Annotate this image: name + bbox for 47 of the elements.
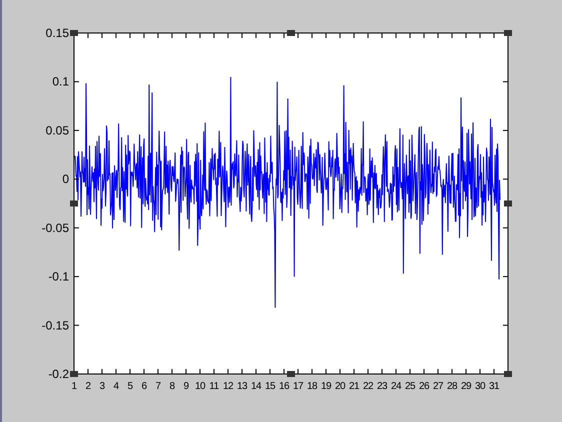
x-tick-label: 3 (99, 381, 105, 392)
resize-handle[interactable] (504, 200, 512, 206)
resize-handle[interactable] (287, 371, 295, 377)
x-tick-label: 21 (348, 381, 360, 392)
resize-handle[interactable] (504, 30, 512, 36)
y-tick-label: 0.1 (52, 74, 69, 89)
y-tick-label: -0.05 (42, 220, 69, 235)
resize-handle[interactable] (70, 371, 78, 377)
x-tick-label: 18 (306, 381, 318, 392)
x-tick-label: 19 (320, 381, 332, 392)
x-tick-label: 12 (222, 381, 234, 392)
y-tick-label: 0.15 (46, 26, 69, 40)
x-tick-label: 23 (376, 381, 388, 392)
x-tick-label: 15 (264, 381, 276, 392)
x-tick-label: 28 (446, 381, 458, 392)
resize-handle[interactable] (504, 371, 512, 377)
y-tick-label: 0 (62, 172, 69, 186)
x-tick-label: 16 (278, 381, 290, 392)
x-tick-label: 10 (194, 381, 206, 392)
x-tick-label: 4 (113, 381, 119, 392)
x-tick-label: 11 (209, 381, 219, 392)
x-tick-label: 9 (183, 381, 189, 392)
x-tick-label: 7 (155, 381, 161, 392)
x-tick-label: 14 (250, 381, 262, 392)
x-tick-label: 22 (362, 381, 374, 392)
resize-handle[interactable] (70, 30, 78, 36)
y-tick-label: -0.2 (48, 367, 69, 381)
x-tick-label: 24 (390, 381, 402, 392)
x-tick-label: 6 (141, 381, 147, 392)
x-tick-label: 25 (404, 381, 416, 392)
x-tick-label: 17 (292, 381, 304, 392)
y-tick-label: -0.1 (48, 270, 69, 284)
x-tick-label: 27 (432, 381, 444, 392)
x-tick-label: 8 (169, 381, 175, 392)
x-tick-label: 1 (71, 381, 77, 392)
y-tick-label: -0.15 (42, 318, 69, 332)
y-tick-label: 0.05 (46, 123, 69, 138)
x-tick-label: 30 (474, 381, 486, 392)
x-tick-label: 2 (85, 381, 91, 392)
resize-handle[interactable] (70, 200, 78, 206)
x-tick-label: 29 (460, 381, 472, 392)
x-tick-label: 13 (236, 381, 248, 392)
x-tick-label: 20 (334, 381, 346, 392)
x-tick-label: 5 (127, 381, 133, 392)
x-tick-label: 31 (488, 381, 500, 392)
x-tick-label: 26 (418, 381, 430, 392)
resize-handle[interactable] (287, 30, 295, 36)
